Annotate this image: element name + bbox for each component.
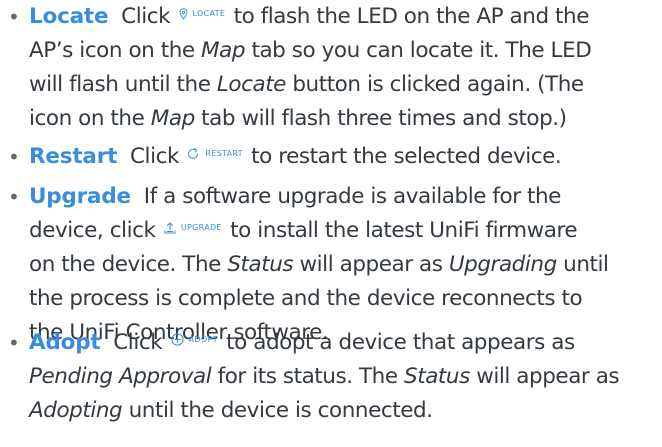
- upload-icon: [164, 221, 176, 233]
- upgrade-button: UPGRADE: [164, 211, 222, 245]
- locate-button: LOCATE: [179, 0, 226, 31]
- text-line: on the device. The Status will appear as…: [29, 252, 609, 277]
- text-line: device, click UPGRADE to install the lat…: [29, 211, 578, 248]
- text-line: Adopting until the device is connected.: [29, 398, 433, 423]
- text-line: Pending Approval for its status. The Sta…: [29, 364, 620, 389]
- bullet-icon: •: [8, 5, 20, 29]
- text-line: icon on the Map tab will flash three tim…: [29, 106, 567, 131]
- document-page: • Locate Click LOCATE to flash the LED o…: [0, 0, 662, 447]
- text-line: Locate Click LOCATE to flash the LED on …: [29, 0, 589, 34]
- text-line: will flash until the Locate button is cl…: [29, 72, 584, 97]
- text-line: Restart Click RESTART to restart the sel…: [29, 137, 562, 174]
- location-pin-icon: [179, 7, 188, 20]
- term-restart: Restart: [29, 144, 118, 169]
- bullet-icon: •: [8, 331, 20, 355]
- text-line: Upgrade If a software upgrade is availab…: [29, 184, 561, 209]
- term-upgrade: Upgrade: [29, 184, 131, 209]
- bullet-icon: •: [8, 145, 20, 169]
- term-adopt: Adopt: [29, 330, 101, 355]
- text-line: Adopt Click ADOPT to adopt a device that…: [29, 326, 575, 360]
- adopt-button: ADOPT: [171, 323, 218, 357]
- text-line: AP’s icon on the Map tab so you can loca…: [29, 38, 592, 63]
- term-locate: Locate: [29, 4, 109, 29]
- plus-circle-icon: [171, 333, 184, 346]
- text-line: the process is complete and the device r…: [29, 286, 583, 311]
- bullet-icon: •: [8, 185, 20, 209]
- refresh-icon: [188, 147, 199, 159]
- restart-button: RESTART: [187, 137, 242, 171]
